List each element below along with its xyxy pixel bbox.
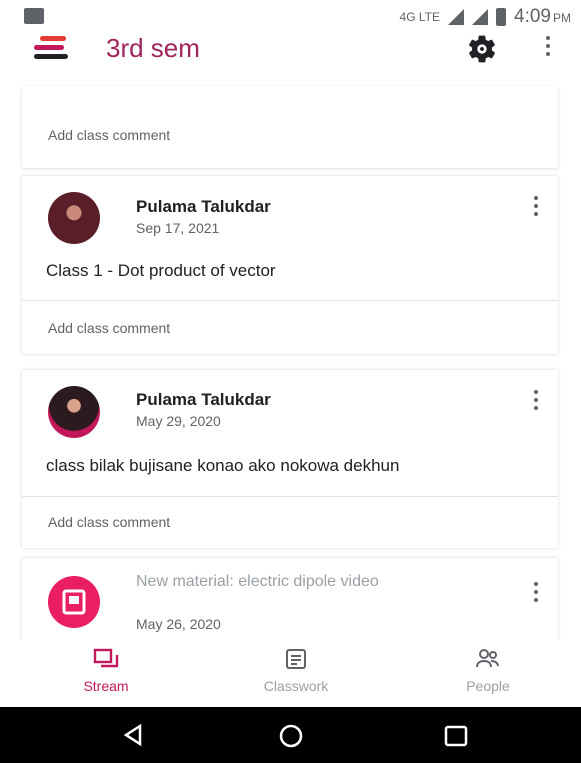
material-icon [48,576,100,628]
avatar [48,386,100,438]
people-icon [475,648,501,675]
divider [22,496,558,497]
status-bar: 4G LTE 4:09 PM [0,0,581,34]
divider [22,300,558,301]
status-right: 4G LTE 4:09 PM [400,6,571,28]
recents-icon[interactable] [444,725,468,752]
post-menu-icon[interactable] [531,390,541,414]
cell-signal-icon [472,9,489,25]
post-date: Sep 17, 2021 [136,220,220,236]
home-icon[interactable] [278,723,304,754]
wifi-signal-icon [448,9,465,25]
battery-icon [496,8,507,26]
tab-people-label: People [466,678,510,694]
classwork-icon [284,648,308,675]
tab-people[interactable]: People [428,648,548,694]
gear-icon[interactable] [466,33,498,65]
tab-stream[interactable]: Stream [46,648,166,694]
post-text: class bilak bujisane konao ako nokowa de… [46,456,400,475]
add-class-comment-link[interactable]: Add class comment [48,514,170,530]
back-icon[interactable] [122,723,144,752]
avatar [48,192,100,244]
post-date: May 29, 2020 [136,413,221,429]
image-notification-icon [24,8,44,24]
post-menu-icon[interactable] [531,196,541,220]
add-class-comment-link[interactable]: Add class comment [48,127,170,143]
post-author: Pulama Talukdar [136,197,271,216]
material-title: New material: electric dipole video [136,573,379,590]
stream-menu-icon[interactable] [34,34,68,62]
add-class-comment-link[interactable]: Add class comment [48,320,170,336]
post-text: Class 1 - Dot product of vector [46,261,276,280]
tab-classwork[interactable]: Classwork [236,648,356,694]
system-nav-bar [0,707,581,763]
post-author: Pulama Talukdar [136,390,271,409]
post-menu-icon[interactable] [531,582,541,606]
more-vert-icon[interactable] [544,36,552,62]
network-type: 4G LTE [399,10,441,24]
tab-stream-label: Stream [83,678,129,694]
class-title: 3rd sem [106,33,200,63]
post-date: May 26, 2020 [136,616,221,632]
stream-icon [93,648,119,675]
tab-classwork-label: Classwork [263,678,329,694]
clock: 4:09 PM [514,6,571,27]
